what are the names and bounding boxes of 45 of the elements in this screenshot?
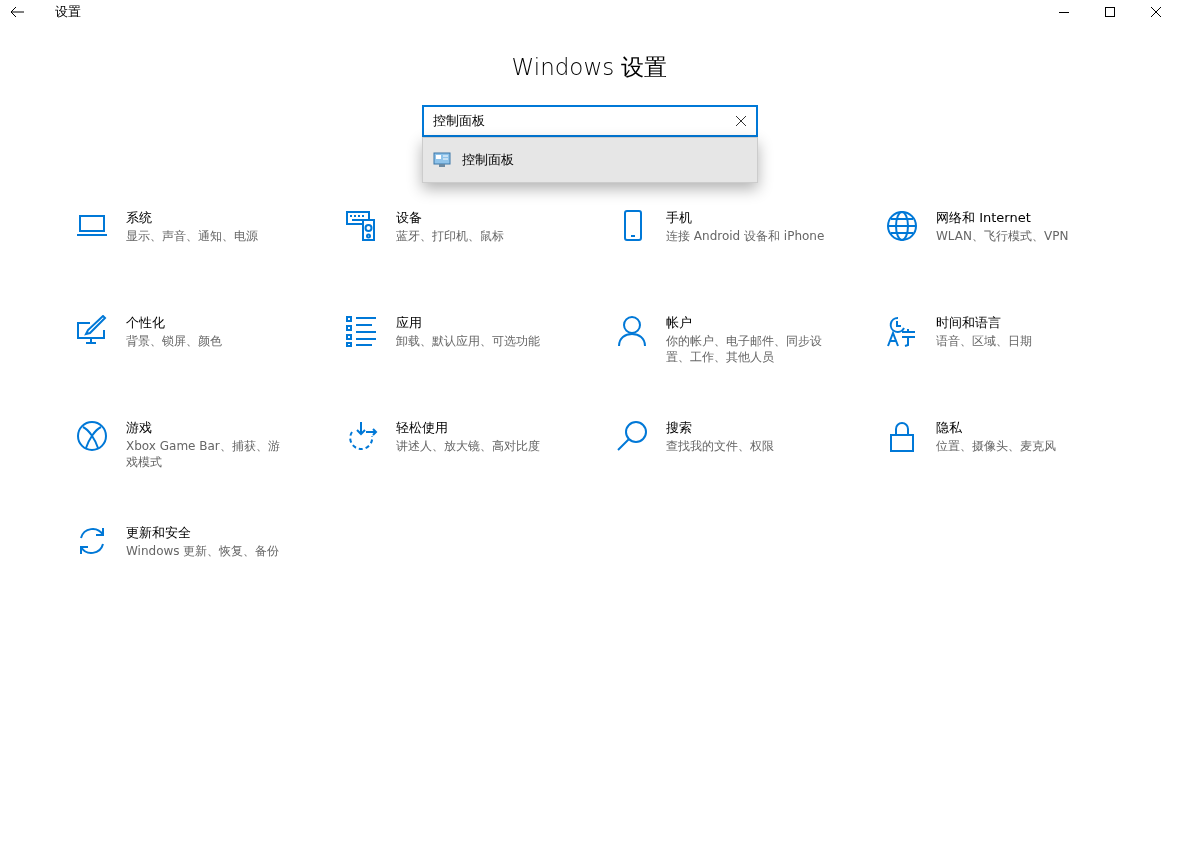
tile-description: 你的帐户、电子邮件、同步设置、工作、其他人员 (666, 333, 823, 365)
search-field[interactable]: 控制面板 (421, 105, 758, 137)
tile-description: 显示、声音、通知、电源 (126, 228, 259, 244)
close-icon (1151, 7, 1161, 17)
maximize-icon (1105, 7, 1115, 17)
back-arrow-icon[interactable] (9, 4, 25, 20)
tile-title[interactable]: 应用 (396, 313, 558, 333)
tile-description: 查找我的文件、权限 (666, 438, 775, 454)
search-icon (616, 420, 648, 452)
tile-description: 讲述人、放大镜、高对比度 (396, 438, 541, 454)
tile-description: 蓝牙、打印机、鼠标 (396, 228, 505, 244)
tile-title[interactable]: 搜索 (666, 418, 828, 438)
tile-description: 连接 Android 设备和 iPhone (666, 228, 826, 244)
window-title: 设置 (55, 3, 81, 21)
globe-icon (886, 210, 918, 242)
tile-title[interactable]: 轻松使用 (396, 418, 558, 438)
monitor-with-brush-icon (76, 315, 108, 347)
control-panel-icon (432, 152, 451, 168)
minimize-icon (1059, 11, 1069, 13)
tile-description: WLAN、飞行模式、VPN (936, 228, 1070, 244)
tile-description: 位置、摄像头、麦克风 (936, 438, 1057, 454)
page-heading: Windows 设置 (511, 53, 668, 82)
tile-title[interactable]: 网络和 Internet (936, 208, 1098, 228)
person-icon (616, 315, 648, 347)
close-icon (735, 116, 746, 126)
tile-description: Windows 更新、恢复、备份 (126, 543, 281, 559)
dashed-circle-arrow-icon (346, 420, 378, 452)
tile-description: 语音、区域、日期 (936, 333, 1033, 349)
tile-title[interactable]: 时间和语言 (936, 313, 1098, 333)
tile-description: 卸载、默认应用、可选功能 (396, 333, 541, 349)
x-circle-icon (76, 420, 108, 452)
tile-title[interactable]: 个性化 (126, 313, 288, 333)
suggestion-item[interactable]: 控制面板 (422, 138, 757, 182)
tile-title[interactable]: 更新和安全 (126, 523, 288, 543)
tile-description: 背景、锁屏、颜色 (126, 333, 223, 349)
keyboard-and-speaker-icon (346, 210, 378, 242)
tile-title[interactable]: 游戏 (126, 418, 288, 438)
tile-description: Xbox Game Bar、捕获、游戏模式 (126, 438, 281, 470)
list-icon (346, 315, 378, 347)
clock-and-letters-icon (886, 315, 918, 347)
tile-title[interactable]: 隐私 (936, 418, 1098, 438)
tile-title[interactable]: 系统 (126, 208, 288, 228)
tile-title[interactable]: 帐户 (666, 313, 828, 333)
tile-title[interactable]: 设备 (396, 208, 558, 228)
tile-title[interactable]: 手机 (666, 208, 828, 228)
